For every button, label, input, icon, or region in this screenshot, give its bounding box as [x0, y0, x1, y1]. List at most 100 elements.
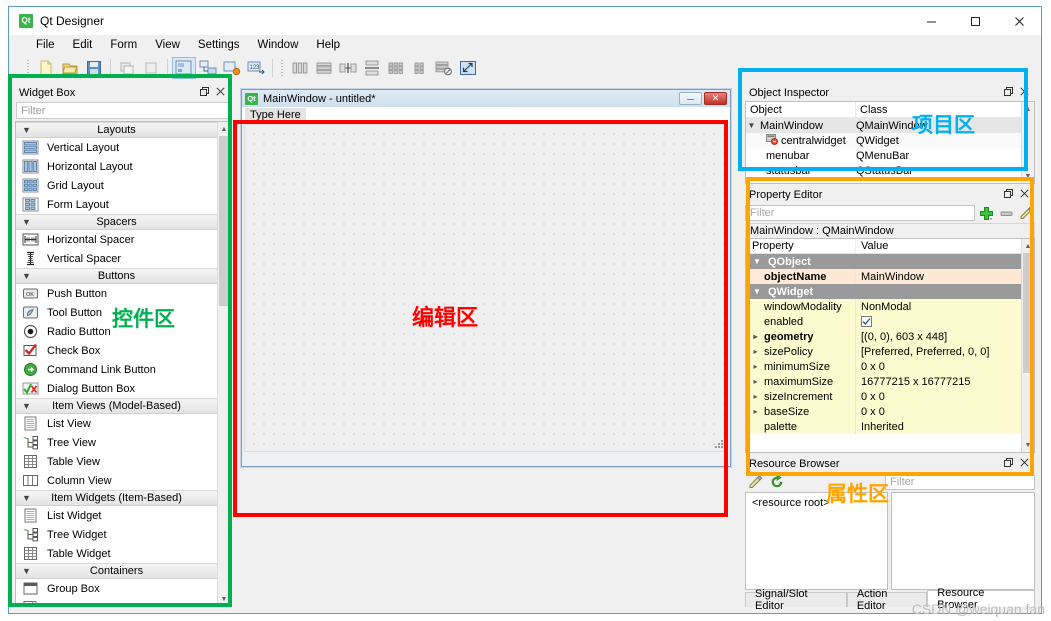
chevron-right-icon[interactable]: ▸ — [750, 332, 761, 341]
form-canvas[interactable] — [244, 124, 728, 452]
widget-item-radio-button[interactable]: Radio Button — [16, 322, 217, 341]
layout-vertically-icon[interactable] — [312, 57, 336, 79]
form-window[interactable]: Qt MainWindow - untitled* ─ ✕ Type Here — [241, 89, 731, 467]
edit-widgets-icon[interactable] — [172, 57, 196, 79]
undock-icon[interactable] — [1004, 86, 1013, 99]
close-icon[interactable]: ✕ — [704, 92, 727, 105]
undock-icon[interactable] — [200, 86, 209, 99]
scroll-up-icon[interactable]: ▲ — [218, 122, 231, 136]
type-here-placeholder[interactable]: Type Here — [245, 107, 306, 122]
toolbar-grip[interactable] — [26, 59, 31, 77]
widget-item-horizontal-layout[interactable]: Horizontal Layout — [16, 157, 217, 176]
remove-dynamic-property-icon[interactable] — [998, 205, 1015, 222]
chevron-right-icon[interactable]: ▸ — [750, 407, 761, 416]
resource-filter-input[interactable]: Filter — [885, 474, 1035, 490]
property-value[interactable]: 0 x 0 — [856, 389, 1021, 404]
property-value[interactable]: NonModal — [856, 299, 1021, 314]
widget-item-push-button[interactable]: OK Push Button — [16, 284, 217, 303]
menu-help[interactable]: Help — [307, 37, 349, 53]
widget-item-dialog-button-box[interactable]: Dialog Button Box — [16, 379, 217, 398]
property-value[interactable]: [Preferred, Preferred, 0, 0] — [856, 344, 1021, 359]
property-row-enabled[interactable]: enabled — [746, 314, 1021, 329]
property-row-maximumsize[interactable]: ▸ maximumSize 16777215 x 16777215 — [746, 374, 1021, 389]
widget-item-check-box[interactable]: Check Box — [16, 341, 217, 360]
widget-box-scrollbar[interactable]: ▲ ▼ — [217, 122, 230, 606]
object-tree[interactable]: Object Class ▼ MainWindow QMainWindow ce… — [745, 101, 1035, 184]
undock-icon[interactable] — [1004, 188, 1013, 201]
property-group-qobject[interactable]: ▼ QObject — [746, 254, 1021, 269]
menu-settings[interactable]: Settings — [189, 37, 249, 53]
scroll-track[interactable] — [1022, 253, 1035, 438]
widget-item-tree-widget[interactable]: Tree Widget — [16, 525, 217, 544]
add-dynamic-property-icon[interactable] — [978, 205, 995, 222]
form-window-title-bar[interactable]: Qt MainWindow - untitled* ─ ✕ — [242, 90, 730, 107]
open-form-icon[interactable] — [58, 57, 82, 79]
property-row-geometry[interactable]: ▸ geometry [(0, 0), 603 x 448] — [746, 329, 1021, 344]
property-value[interactable]: MainWindow — [856, 269, 1021, 284]
maximize-icon[interactable] — [953, 7, 997, 35]
widget-item-table-widget[interactable]: Table Widget — [16, 544, 217, 563]
scroll-thumb[interactable] — [218, 136, 230, 306]
chevron-right-icon[interactable]: ▸ — [750, 377, 761, 386]
scroll-track[interactable] — [218, 136, 231, 592]
edit-resources-icon[interactable] — [747, 474, 764, 491]
scroll-up-icon[interactable]: ▲ — [1022, 102, 1035, 116]
close-icon[interactable] — [1020, 188, 1029, 201]
close-icon[interactable] — [997, 7, 1041, 35]
undo-icon[interactable] — [115, 57, 139, 79]
widget-box-category-containers[interactable]: ▼ Containers — [16, 563, 217, 579]
widget-box-category-spacers[interactable]: ▼ Spacers — [16, 214, 217, 230]
reload-icon[interactable] — [768, 474, 785, 491]
object-row-mainwindow[interactable]: ▼ MainWindow QMainWindow — [746, 118, 1021, 133]
object-tree-scrollbar[interactable]: ▲ ▼ — [1021, 102, 1034, 183]
widget-box-category-buttons[interactable]: ▼ Buttons — [16, 268, 217, 284]
widget-item-form-layout[interactable]: Form Layout — [16, 195, 217, 214]
size-grip-icon[interactable] — [713, 438, 724, 449]
edit-buddies-icon[interactable] — [220, 57, 244, 79]
scroll-down-icon[interactable]: ▼ — [1022, 169, 1035, 183]
layout-grid-icon[interactable] — [384, 57, 408, 79]
object-row-menubar[interactable]: menubar QMenuBar — [746, 148, 1021, 163]
layout-splitter-horizontal-icon[interactable] — [336, 57, 360, 79]
layout-splitter-vertical-icon[interactable] — [360, 57, 384, 79]
layout-horizontally-icon[interactable] — [288, 57, 312, 79]
object-row-statusbar[interactable]: statusbar QStatusBar — [746, 163, 1021, 178]
widget-box-category-item-views[interactable]: ▼ Item Views (Model-Based) — [16, 398, 217, 414]
scroll-track[interactable] — [1022, 116, 1035, 169]
undock-icon[interactable] — [1004, 457, 1013, 470]
menu-view[interactable]: View — [146, 37, 189, 53]
chevron-right-icon[interactable]: ▸ — [750, 392, 761, 401]
form-menu-bar[interactable]: Type Here — [242, 107, 730, 122]
menu-window[interactable]: Window — [248, 37, 307, 53]
menu-edit[interactable]: Edit — [64, 37, 102, 53]
menu-form[interactable]: Form — [101, 37, 146, 53]
property-table[interactable]: Property Value ▼ QObject objectName Main… — [745, 238, 1035, 453]
new-form-icon[interactable] — [34, 57, 58, 79]
column-header-property[interactable]: Property — [746, 239, 856, 253]
widget-item-column-view[interactable]: Column View — [16, 471, 217, 490]
property-row-sizepolicy[interactable]: ▸ sizePolicy [Preferred, Preferred, 0, 0] — [746, 344, 1021, 359]
edit-tab-order-icon[interactable]: 123 — [244, 57, 268, 79]
toolbar-grip[interactable] — [280, 59, 285, 77]
widget-item-group-box[interactable]: Group Box — [16, 579, 217, 598]
property-value[interactable]: 16777215 x 16777215 — [856, 374, 1021, 389]
widget-item-horizontal-spacer[interactable]: Horizontal Spacer — [16, 230, 217, 249]
widget-item-vertical-spacer[interactable]: Vertical Spacer — [16, 249, 217, 268]
property-row-palette[interactable]: palette Inherited — [746, 419, 1021, 434]
scroll-down-icon[interactable]: ▼ — [218, 592, 231, 606]
close-icon[interactable] — [216, 86, 225, 99]
configure-icon[interactable] — [1018, 205, 1035, 222]
widget-box-category-layouts[interactable]: ▼ Layouts — [16, 122, 217, 138]
redo-icon[interactable] — [139, 57, 163, 79]
object-row-centralwidget[interactable]: centralwidget QWidget — [746, 133, 1021, 148]
chevron-right-icon[interactable]: ▸ — [750, 347, 761, 356]
scroll-thumb[interactable] — [1022, 253, 1034, 373]
widget-item-tool-button[interactable]: Tool Button — [16, 303, 217, 322]
widget-box-filter-input[interactable]: Filter — [16, 102, 230, 119]
column-header-value[interactable]: Value — [856, 239, 1021, 253]
property-value[interactable]: 0 x 0 — [856, 404, 1021, 419]
column-header-class[interactable]: Class — [856, 102, 888, 117]
property-value[interactable]: Inherited — [856, 419, 1021, 434]
resource-preview[interactable] — [891, 492, 1035, 590]
enabled-checkbox[interactable] — [861, 316, 872, 327]
